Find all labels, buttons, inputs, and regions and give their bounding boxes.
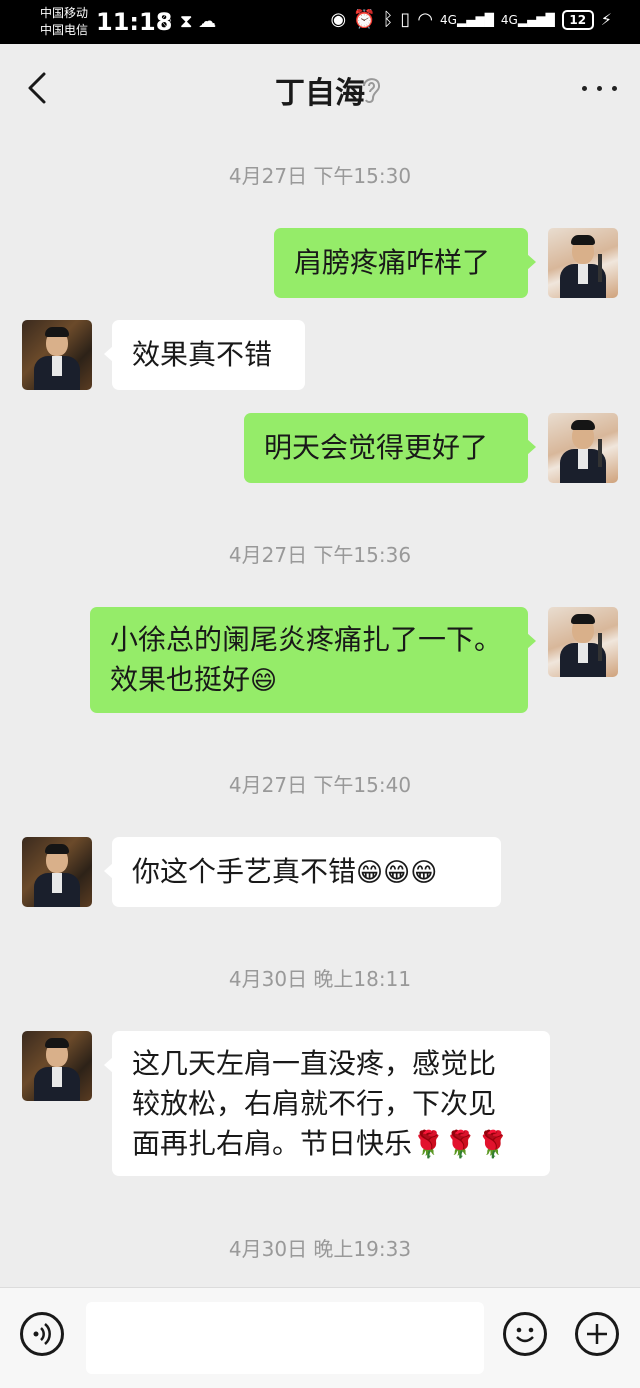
system-icons: ◉ ⏰ ᛒ ▯ ◠ 4G▂▄▆█ 4G▂▄▆█ 12 ⚡ <box>330 9 612 30</box>
grin-emoji: 😁😁😁 <box>356 858 438 888</box>
timestamp: 4月27日 下午15:40 <box>228 773 412 797</box>
bluetooth-icon: ᛒ <box>382 9 394 30</box>
charging-icon: ⚡ <box>600 10 612 29</box>
contact-avatar[interactable] <box>22 1031 92 1101</box>
eye-icon: ◉ <box>330 9 347 30</box>
message-bubble-in[interactable]: 这几天左肩一直没疼，感觉比 较放松，右肩就不行，下次见 面再扎右肩。节日快乐🌹🌹… <box>104 1031 550 1176</box>
carrier-1: 中国移动 <box>40 6 89 20</box>
timestamp: 4月30日 晚上18:11 <box>228 967 412 991</box>
emoji-icon[interactable] <box>503 1312 547 1356</box>
more-icon[interactable] <box>580 74 620 102</box>
message-text: 明天会觉得更好了 <box>264 431 489 464</box>
message-bubble-out[interactable]: 小徐总的阑尾炎疼痛扎了一下。 效果也挺好😄 <box>90 607 536 713</box>
my-avatar[interactable] <box>548 607 618 677</box>
hourglass-icon: ⧗ <box>179 11 193 32</box>
contact-avatar[interactable] <box>22 320 92 390</box>
chat-title: 丁自海 <box>275 76 365 111</box>
notification-icons: ♢ ⧗ ☁ <box>158 11 216 32</box>
voice-icon[interactable] <box>20 1312 64 1356</box>
timestamp: 4月30日 晚上19:33 <box>228 1237 412 1261</box>
status-bar: 中国移动 中国电信 11:18 ♢ ⧗ ☁ ◉ ⏰ ᛒ ▯ ◠ 4G▂▄▆█ 4… <box>0 0 640 44</box>
carrier-labels: 中国移动 中国电信 <box>40 5 88 39</box>
my-avatar[interactable] <box>548 413 618 483</box>
carrier-2: 中国电信 <box>40 23 89 37</box>
contact-avatar[interactable] <box>22 837 92 907</box>
message-bubble-in[interactable]: 效果真不错 <box>104 320 305 390</box>
message-input[interactable] <box>86 1302 484 1374</box>
message-text-line: 较放松，右肩就不行，下次见 <box>132 1087 497 1120</box>
signal-icon: 4G▂▄▆█ <box>440 12 494 27</box>
battery-icon: 12 <box>561 9 594 30</box>
message-bubble-out[interactable]: 明天会觉得更好了 <box>244 413 536 483</box>
message-text-line: 效果也挺好 <box>110 663 251 696</box>
chat-header: 丁自海 <box>0 44 640 132</box>
alarm-icon: ⏰ <box>353 9 376 30</box>
wifi-icon: ◠ <box>417 9 434 30</box>
link-icon: ♢ <box>158 11 175 32</box>
timestamp: 4月27日 下午15:30 <box>228 164 412 188</box>
ear-icon <box>363 78 381 104</box>
message-text-line: 这几天左肩一直没疼，感觉比 <box>132 1047 497 1080</box>
grin-emoji: 😄 <box>250 666 278 696</box>
message-bubble-in[interactable]: 你这个手艺真不错😁😁😁 <box>104 837 501 907</box>
message-text: 你这个手艺真不错 <box>132 855 357 888</box>
message-text: 肩膀疼痛咋样了 <box>294 246 491 279</box>
message-text-line: 小徐总的阑尾炎疼痛扎了一下。 <box>110 623 503 656</box>
timestamp: 4月27日 下午15:36 <box>228 543 412 567</box>
message-text: 效果真不错 <box>132 338 273 371</box>
wechat-icon: ☁ <box>198 11 217 32</box>
message-text-line: 面再扎右肩。节日快乐 <box>132 1127 413 1160</box>
plus-icon[interactable] <box>575 1312 619 1356</box>
message-bubble-out[interactable]: 肩膀疼痛咋样了 <box>274 228 536 298</box>
signal-icon-2: 4G▂▄▆█ <box>500 12 555 27</box>
vibrate-icon: ▯ <box>400 9 411 30</box>
input-bar <box>0 1287 640 1388</box>
my-avatar[interactable] <box>548 228 618 298</box>
rose-emoji: 🌹🌹🌹 <box>412 1130 510 1160</box>
